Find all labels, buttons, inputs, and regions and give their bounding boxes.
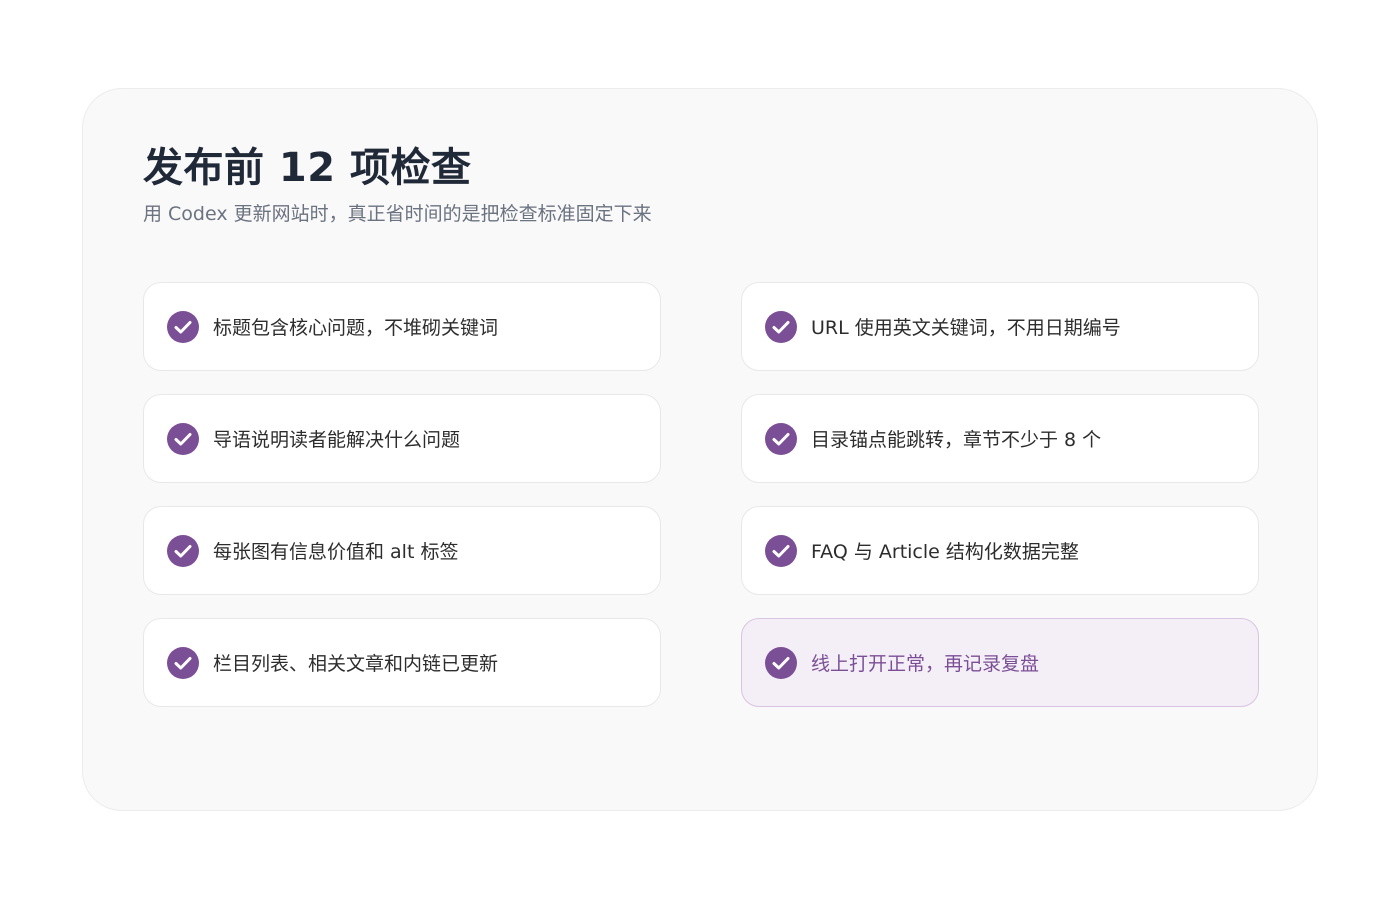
checklist-item-highlighted: 线上打开正常，再记录复盘 [741,618,1259,707]
checklist-item-label: 每张图有信息价值和 alt 标签 [213,541,459,563]
checklist-card: 发布前 12 项检查 用 Codex 更新网站时，真正省时间的是把检查标准固定下… [82,88,1318,811]
checklist-item-label: URL 使用英文关键词，不用日期编号 [811,317,1121,339]
page-title: 发布前 12 项检查 [143,145,472,191]
check-circle-icon [765,534,797,567]
check-circle-icon [167,534,199,567]
checklist-item: 每张图有信息价值和 alt 标签 [143,506,661,595]
checklist-item-label: FAQ 与 Article 结构化数据完整 [811,541,1079,563]
check-circle-icon [765,310,797,343]
check-circle-icon [167,646,199,679]
checklist-item: 标题包含核心问题，不堆砌关键词 [143,282,661,371]
checklist-item-label: 目录锚点能跳转，章节不少于 8 个 [811,429,1102,451]
checklist-item-label: 标题包含核心问题，不堆砌关键词 [213,317,499,339]
checklist-item-label: 线上打开正常，再记录复盘 [811,653,1040,675]
checklist-item: 栏目列表、相关文章和内链已更新 [143,618,661,707]
checklist-item: FAQ 与 Article 结构化数据完整 [741,506,1259,595]
checklist-item-label: 栏目列表、相关文章和内链已更新 [213,653,499,675]
check-circle-icon [167,422,199,455]
page-subtitle: 用 Codex 更新网站时，真正省时间的是把检查标准固定下来 [143,203,652,225]
checklist-grid: 标题包含核心问题，不堆砌关键词 URL 使用英文关键词，不用日期编号 导语说明读… [143,282,1259,707]
checklist-item: 导语说明读者能解决什么问题 [143,394,661,483]
check-circle-icon [765,422,797,455]
checklist-item: 目录锚点能跳转，章节不少于 8 个 [741,394,1259,483]
check-circle-icon [167,310,199,343]
checklist-item-label: 导语说明读者能解决什么问题 [213,429,461,451]
check-circle-icon [765,646,797,679]
checklist-item: URL 使用英文关键词，不用日期编号 [741,282,1259,371]
